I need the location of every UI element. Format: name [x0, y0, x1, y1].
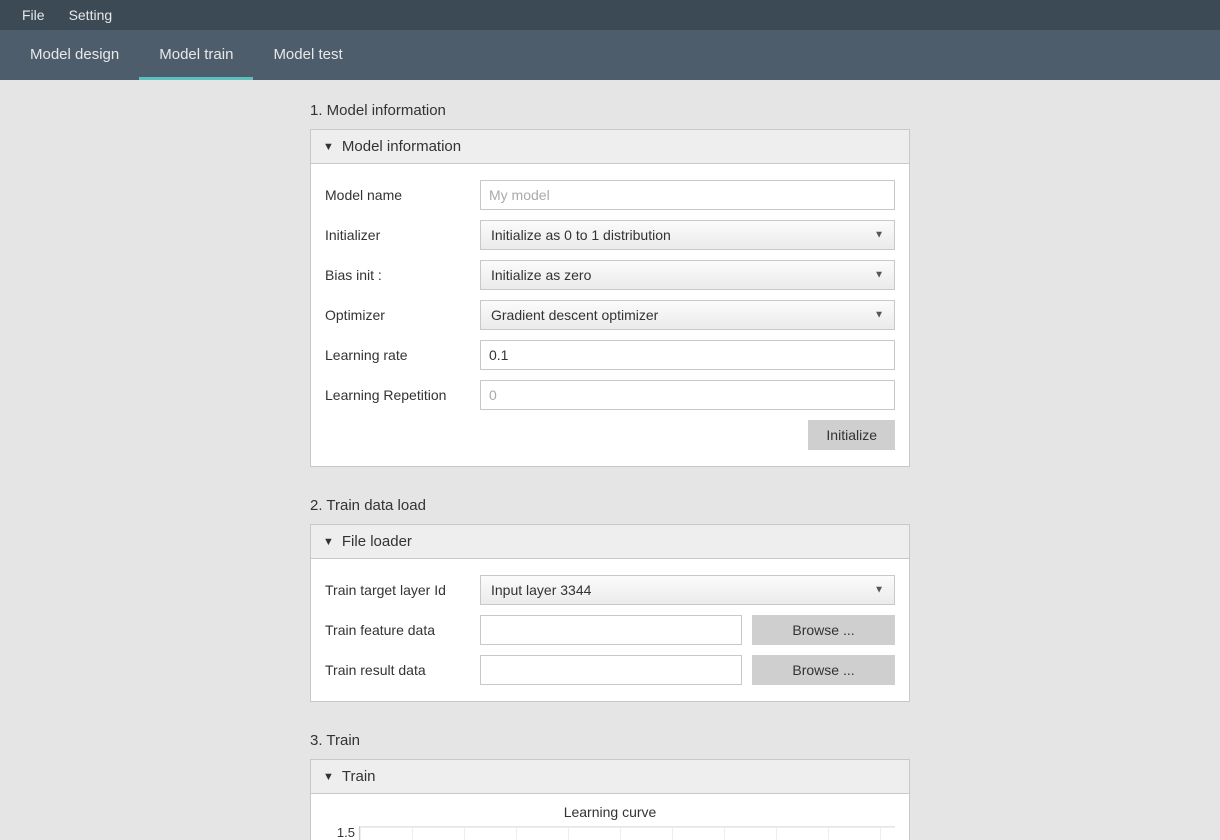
chevron-down-icon: ▼ [874, 310, 884, 321]
label-bias-init: Bias init : [325, 267, 480, 283]
caret-down-icon: ▼ [323, 536, 334, 548]
section1-title: 1. Model information [310, 102, 910, 119]
label-train-result-data: Train result data [325, 662, 480, 678]
label-learning-repetition: Learning Repetition [325, 387, 480, 403]
panel-model-information: ▼ Model information Model name Initializ… [310, 129, 910, 467]
chart-title: Learning curve [325, 804, 895, 820]
panel-header-train[interactable]: ▼ Train [311, 760, 909, 794]
label-train-target-layer: Train target layer Id [325, 582, 480, 598]
model-name-input[interactable] [480, 180, 895, 210]
tab-model-train[interactable]: Model train [139, 30, 253, 80]
chart-wrap: Learning curve 1.5 1.25 [311, 794, 909, 840]
section3-title: 3. Train [310, 732, 910, 749]
train-result-data-input[interactable] [480, 655, 742, 685]
chevron-down-icon: ▼ [874, 585, 884, 596]
y-tick: 1.5 [325, 826, 355, 840]
label-train-feature-data: Train feature data [325, 622, 480, 638]
menubar: File Setting [0, 0, 1220, 30]
chevron-down-icon: ▼ [874, 230, 884, 241]
learning-curve-chart: 1.5 1.25 [325, 826, 895, 840]
label-optimizer: Optimizer [325, 307, 480, 323]
train-target-layer-select[interactable]: Input layer 3344 ▼ [480, 575, 895, 605]
panel-header-file-loader[interactable]: ▼ File loader [311, 525, 909, 559]
initializer-value: Initialize as 0 to 1 distribution [491, 227, 671, 243]
content-scroll[interactable]: 1. Model information ▼ Model information… [0, 80, 1220, 840]
tabbar: Model design Model train Model test [0, 30, 1220, 80]
label-initializer: Initializer [325, 227, 480, 243]
menu-setting[interactable]: Setting [57, 1, 125, 29]
panel-header-model-information[interactable]: ▼ Model information [311, 130, 909, 164]
tab-model-design[interactable]: Model design [10, 30, 139, 80]
browse-result-button[interactable]: Browse ... [752, 655, 895, 685]
learning-rate-input[interactable] [480, 340, 895, 370]
optimizer-value: Gradient descent optimizer [491, 307, 658, 323]
panel-file-loader: ▼ File loader Train target layer Id Inpu… [310, 524, 910, 702]
label-model-name: Model name [325, 187, 480, 203]
bias-init-value: Initialize as zero [491, 267, 591, 283]
train-target-layer-value: Input layer 3344 [491, 582, 591, 598]
tab-model-test[interactable]: Model test [253, 30, 362, 80]
label-learning-rate: Learning rate [325, 347, 480, 363]
y-axis-ticks: 1.5 1.25 [325, 826, 359, 840]
content: 1. Model information ▼ Model information… [310, 80, 910, 840]
menu-file[interactable]: File [10, 1, 57, 29]
browse-feature-button[interactable]: Browse ... [752, 615, 895, 645]
plot-area [359, 826, 895, 840]
panel-body-file-loader: Train target layer Id Input layer 3344 ▼… [311, 559, 909, 701]
caret-down-icon: ▼ [323, 141, 334, 153]
caret-down-icon: ▼ [323, 771, 334, 783]
panel-title-text: File loader [342, 533, 412, 550]
learning-repetition-input[interactable] [480, 380, 895, 410]
initialize-button[interactable]: Initialize [808, 420, 895, 450]
panel-train: ▼ Train Learning curve 1.5 1.25 [310, 759, 910, 840]
panel-title-text: Train [342, 768, 376, 785]
initializer-select[interactable]: Initialize as 0 to 1 distribution ▼ [480, 220, 895, 250]
bias-init-select[interactable]: Initialize as zero ▼ [480, 260, 895, 290]
panel-body-model-information: Model name Initializer Initialize as 0 t… [311, 164, 909, 466]
panel-title-text: Model information [342, 138, 461, 155]
train-feature-data-input[interactable] [480, 615, 742, 645]
section2-title: 2. Train data load [310, 497, 910, 514]
chevron-down-icon: ▼ [874, 270, 884, 281]
optimizer-select[interactable]: Gradient descent optimizer ▼ [480, 300, 895, 330]
